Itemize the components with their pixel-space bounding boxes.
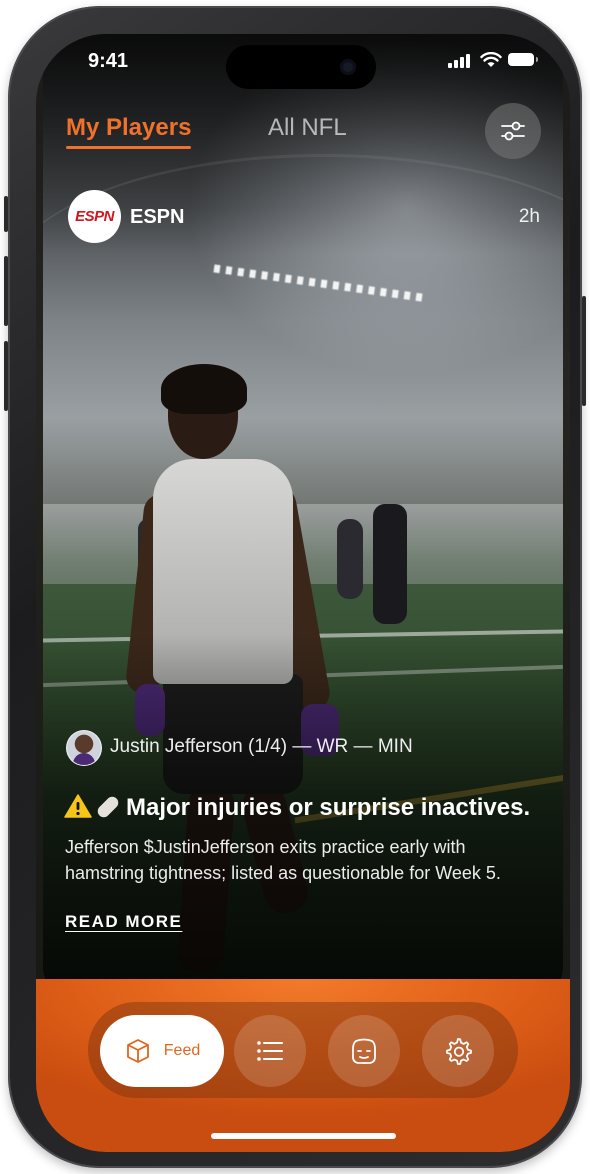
wifi-icon: [480, 52, 502, 67]
active-tab-underline: [66, 146, 192, 149]
post-summary: Jefferson $JustinJefferson exits practic…: [65, 837, 501, 883]
nav-feed-button[interactable]: Feed: [100, 1015, 224, 1087]
tab-my-players[interactable]: My Players: [66, 114, 192, 149]
post-timestamp: 2h: [518, 206, 540, 227]
nav-list-button[interactable]: [234, 1015, 306, 1087]
helmet-icon: [352, 1038, 376, 1064]
nav-helmet-button[interactable]: [328, 1015, 400, 1087]
espn-logo: ESPN: [68, 190, 121, 243]
bandage-icon: [95, 794, 121, 820]
status-time: 9:41: [88, 50, 129, 72]
source-name: ESPN: [130, 206, 185, 228]
warning-icon: [64, 794, 92, 822]
phone-frame: 9:41 My Players All NFL ESPN ESPN 2h Jus…: [4, 6, 586, 1168]
gear-icon: [446, 1038, 472, 1065]
volume-down-button: [4, 341, 8, 411]
filter-button[interactable]: [485, 103, 541, 159]
nav-feed-label: Feed: [163, 1042, 201, 1059]
tab-label: All NFL: [268, 114, 347, 141]
battery-icon: [508, 53, 538, 66]
cube-icon: [126, 1039, 149, 1063]
status-bar: 9:41: [36, 34, 570, 94]
read-more-link[interactable]: READ MORE: [65, 912, 182, 932]
bottom-nav: Feed: [88, 1002, 518, 1098]
background-player: [373, 504, 407, 624]
post-source[interactable]: ESPN ESPN 2h: [68, 190, 540, 244]
post-headline: Major injuries or surprise inactives.: [64, 794, 554, 822]
player-hair: [161, 364, 247, 414]
home-indicator[interactable]: [211, 1133, 396, 1139]
list-icon: [257, 1041, 283, 1061]
power-button: [582, 296, 586, 406]
side-button: [4, 196, 8, 232]
tab-all-nfl[interactable]: All NFL: [268, 114, 347, 142]
camera-icon: [340, 59, 356, 75]
sliders-icon: [501, 121, 525, 141]
nav-settings-button[interactable]: [422, 1015, 494, 1087]
volume-up-button: [4, 256, 8, 326]
player-tag-label: Justin Jefferson (1/4) — WR — MIN: [110, 736, 413, 757]
headline-text: Major injuries or surprise inactives.: [126, 794, 531, 821]
cellular-signal-icon: [448, 54, 470, 68]
dynamic-island: [226, 45, 376, 89]
player-avatar: [66, 730, 102, 766]
screen: 9:41 My Players All NFL ESPN ESPN 2h Jus…: [36, 34, 570, 1152]
espn-logo-text: ESPN: [75, 208, 114, 225]
tab-label: My Players: [66, 114, 192, 141]
